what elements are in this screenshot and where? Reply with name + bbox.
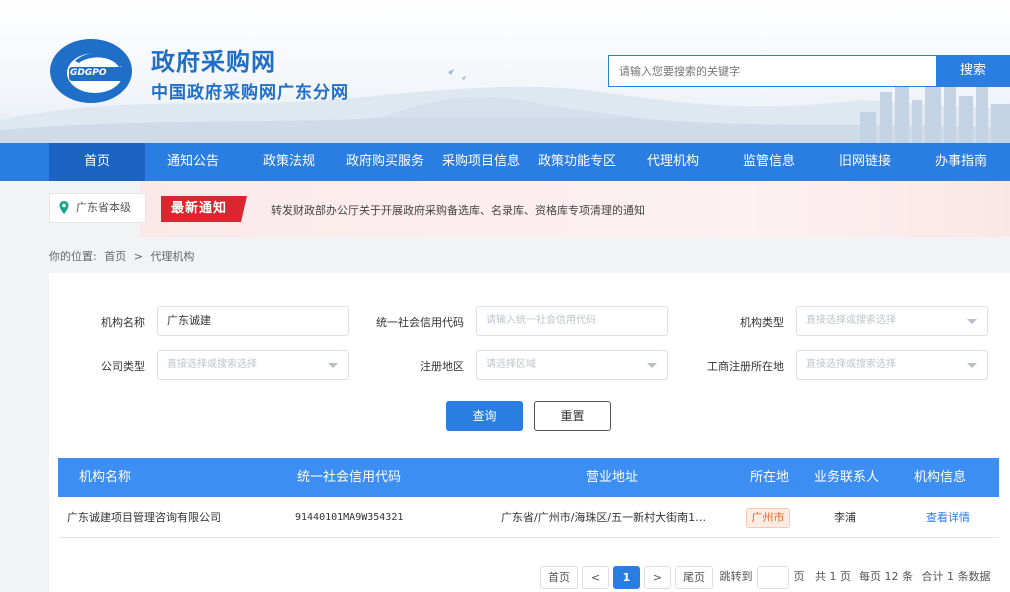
pagination-last[interactable]: 尾页 xyxy=(675,566,713,589)
cell-contact: 李浦 xyxy=(834,511,856,524)
biz-location-select[interactable]: 直接选择或搜索选择 xyxy=(796,350,988,380)
nav-item-policy-zone[interactable]: 政策功能专区 xyxy=(529,143,625,181)
breadcrumb: 你的位置: 首页 > 代理机构 xyxy=(49,248,198,264)
column-header-credit-code: 统一社会信用代码 xyxy=(297,470,402,485)
region-label: 注册地区 xyxy=(420,360,464,373)
notice-link[interactable]: 转发财政部办公厅关于开展政府采购备选库、名录库、资格库专项清理的通知 xyxy=(271,202,645,218)
cell-address: 广东省/广州市/海珠区/五一新村大街南1… xyxy=(501,511,707,524)
main-nav: 首页 通知公告 政策法规 政府购买服务 采购项目信息 政策功能专区 代理机构 监… xyxy=(0,143,1010,181)
notice-bar: 广东省本级 最新通知 转发财政部办公厅关于开展政府采购备选库、名录库、资格库专项… xyxy=(0,181,1010,237)
jump-page-input[interactable] xyxy=(757,566,789,589)
company-type-select[interactable]: 直接选择或搜索选择 xyxy=(157,350,349,380)
nav-item-old-site[interactable]: 旧网链接 xyxy=(817,143,913,181)
total-records-label: 合计 1 条数据 xyxy=(921,570,991,583)
region-placeholder: 请选择区域 xyxy=(486,359,536,370)
breadcrumb-current: 代理机构 xyxy=(150,250,195,263)
org-type-label: 机构类型 xyxy=(740,316,784,329)
per-page-label: 每页 12 条 xyxy=(859,570,913,583)
breadcrumb-separator: > xyxy=(133,250,143,263)
reset-button[interactable]: 重置 xyxy=(534,401,611,431)
chevron-down-icon xyxy=(328,363,338,368)
logo-text: GDGPO xyxy=(70,68,107,78)
nav-item-policies[interactable]: 政策法规 xyxy=(241,143,337,181)
breadcrumb-home[interactable]: 首页 xyxy=(104,250,126,263)
location-pin-icon xyxy=(59,201,69,214)
credit-code-label: 统一社会信用代码 xyxy=(376,316,464,329)
biz-location-label: 工商注册所在地 xyxy=(707,360,784,373)
company-type-placeholder: 直接选择或搜索选择 xyxy=(167,359,257,370)
column-header-city: 所在地 xyxy=(750,470,790,485)
column-header-name: 机构名称 xyxy=(79,470,132,485)
org-type-placeholder: 直接选择或搜索选择 xyxy=(806,315,896,326)
nav-item-guide[interactable]: 办事指南 xyxy=(913,143,1009,181)
nav-item-project-info[interactable]: 采购项目信息 xyxy=(433,143,529,181)
org-name-label: 机构名称 xyxy=(101,316,145,329)
pagination-first[interactable]: 首页 xyxy=(540,566,578,589)
city-badge: 广州市 xyxy=(746,508,790,528)
region-select[interactable]: 请选择区域 xyxy=(476,350,668,380)
nav-item-home[interactable]: 首页 xyxy=(49,143,145,181)
total-pages-label: 共 1 页 xyxy=(815,570,851,583)
jump-to-label: 跳转到 xyxy=(719,570,753,583)
results-table-header: 机构名称 统一社会信用代码 营业地址 所在地 业务联系人 机构信息 xyxy=(58,458,999,497)
column-header-contact: 业务联系人 xyxy=(814,470,880,485)
latest-notice-badge: 最新通知 xyxy=(161,196,247,222)
view-details-link[interactable]: 查看详情 xyxy=(926,497,986,538)
table-row: 广东诚建项目管理咨询有限公司 91440101MA9W354321 广东省/广州… xyxy=(58,497,999,538)
biz-location-placeholder: 直接选择或搜索选择 xyxy=(806,359,896,370)
query-button[interactable]: 查询 xyxy=(446,401,523,431)
credit-code-input[interactable]: 请输入统一社会信用代码 xyxy=(476,306,668,336)
pagination-next[interactable]: > xyxy=(644,566,671,589)
nav-item-agencies[interactable]: 代理机构 xyxy=(625,143,721,181)
cell-org-name: 广东诚建项目管理咨询有限公司 xyxy=(67,511,221,524)
agency-search-panel: 机构名称 广东诚建 统一社会信用代码 请输入统一社会信用代码 机构类型 直接选择… xyxy=(49,273,1010,592)
chevron-down-icon xyxy=(967,363,977,368)
org-name-input[interactable]: 广东诚建 xyxy=(157,306,349,336)
cell-credit-code: 91440101MA9W354321 xyxy=(295,512,404,523)
column-header-info: 机构信息 xyxy=(914,470,967,485)
column-header-address: 营业地址 xyxy=(586,470,639,485)
site-subtitle: 中国政府采购网广东分网 xyxy=(151,83,349,103)
site-title: 政府采购网 xyxy=(151,47,276,76)
company-type-label: 公司类型 xyxy=(101,360,145,373)
nav-item-notices[interactable]: 通知公告 xyxy=(145,143,241,181)
chevron-down-icon xyxy=(647,363,657,368)
pagination-page-1[interactable]: 1 xyxy=(613,566,640,589)
page-unit-label: 页 xyxy=(793,570,805,583)
search-button[interactable]: 搜索 xyxy=(936,55,1010,87)
site-header: GDGPO 政府采购网 中国政府采购网广东分网 搜索 xyxy=(0,0,1010,143)
search-input[interactable] xyxy=(608,55,937,87)
pagination-prev[interactable]: < xyxy=(582,566,609,589)
org-type-select[interactable]: 直接选择或搜索选择 xyxy=(796,306,988,336)
breadcrumb-prefix: 你的位置: xyxy=(49,250,97,263)
nav-item-supervision[interactable]: 监管信息 xyxy=(721,143,817,181)
location-label: 广东省本级 xyxy=(76,201,131,214)
chevron-down-icon xyxy=(967,319,977,324)
location-selector[interactable]: 广东省本级 xyxy=(49,193,146,223)
nav-item-gov-services[interactable]: 政府购买服务 xyxy=(337,143,433,181)
